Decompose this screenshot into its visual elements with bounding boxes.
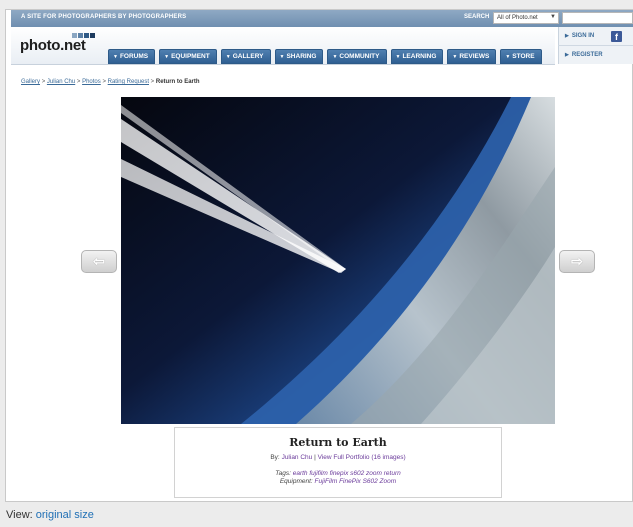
site-logo[interactable]: photo.net xyxy=(20,37,86,54)
facebook-icon[interactable]: f xyxy=(611,31,622,42)
triangle-down-icon: ▼ xyxy=(164,54,170,60)
byline-divider: | xyxy=(314,454,316,461)
breadcrumb-current: Return to Earth xyxy=(155,79,200,85)
register-link[interactable]: ▶ REGISTER xyxy=(565,52,603,58)
breadcrumb-item-rating-request[interactable]: Rating Request xyxy=(108,79,149,85)
nav-tab-label: GALLERY xyxy=(232,53,264,60)
nav-tab-label: EQUIPMENT xyxy=(171,53,210,60)
photo-caption: Return to Earth By: Julian Chu | View Fu… xyxy=(174,427,502,498)
photo-title: Return to Earth xyxy=(289,436,387,449)
triangle-down-icon: ▼ xyxy=(505,54,511,60)
site-tagline: A SITE FOR PHOTOGRAPHERS BY PHOTOGRAPHER… xyxy=(21,14,187,20)
sign-in-link[interactable]: ▶ SIGN IN xyxy=(565,33,594,39)
author-link[interactable]: Julian Chu xyxy=(282,454,313,461)
by-label: By: xyxy=(270,454,280,461)
photo-tags: Tags: earth fujifilm finepix s602 zoom r… xyxy=(175,470,501,486)
view-size-line: View: original size xyxy=(6,509,94,521)
triangle-down-icon: ▼ xyxy=(332,54,338,60)
nav-tab-store[interactable]: ▼ STORE xyxy=(500,49,542,64)
nav-tab-label: FORUMS xyxy=(119,53,149,60)
main-nav: ▼ FORUMS ▼ EQUIPMENT ▼ GALLERY ▼ SHARING ▼ CO… xyxy=(108,49,542,64)
breadcrumb-item-photos[interactable]: Photos xyxy=(82,79,101,85)
breadcrumb-separator: > xyxy=(76,79,81,85)
nav-tab-label: LEARNING xyxy=(402,53,437,60)
breadcrumb: Gallery > Julian Chu > Photos > Rating R… xyxy=(21,79,200,85)
breadcrumb-separator: > xyxy=(41,79,46,85)
nav-tab-label: COMMUNITY xyxy=(339,53,380,60)
nav-tab-label: SHARING xyxy=(286,53,317,60)
breadcrumb-item-gallery[interactable]: Gallery xyxy=(21,79,40,85)
register-label: REGISTER xyxy=(571,52,603,58)
main-photo[interactable] xyxy=(121,97,555,424)
triangle-down-icon: ▼ xyxy=(279,54,285,60)
triangle-down-icon: ▼ xyxy=(452,54,458,60)
logo-square xyxy=(90,33,95,38)
account-divider xyxy=(558,45,633,46)
triangle-down-icon: ▼ xyxy=(113,54,118,60)
portfolio-link[interactable]: View Full Portfolio (16 images) xyxy=(318,454,406,461)
prev-photo-button[interactable]: ⇦ xyxy=(81,250,117,273)
nav-tab-label: REVIEWS xyxy=(459,53,490,60)
view-label: View: xyxy=(6,509,33,521)
tags-label: Tags: xyxy=(275,470,291,477)
nav-tab-gallery[interactable]: ▼ GALLERY xyxy=(220,49,271,64)
search-scope-value: All of Photo.net xyxy=(497,15,538,21)
tags-link[interactable]: earth fujifilm finepix s602 zoom return xyxy=(293,470,401,477)
equipment-link[interactable]: FujiFilm FinePix S602 Zoom xyxy=(315,478,397,485)
breadcrumb-item-author[interactable]: Julian Chu xyxy=(47,79,75,85)
equipment-label: Equipment: xyxy=(279,478,313,485)
triangle-right-icon: ▶ xyxy=(565,33,569,39)
breadcrumb-separator: > xyxy=(150,79,155,85)
triangle-down-icon: ▼ xyxy=(225,54,231,60)
search-input[interactable] xyxy=(562,12,633,24)
left-arrow-icon: ⇦ xyxy=(93,253,105,269)
sign-in-label: SIGN IN xyxy=(571,33,595,39)
nav-tab-label: STORE xyxy=(512,53,535,60)
photo-image xyxy=(121,97,555,424)
next-photo-button[interactable]: ⇨ xyxy=(559,250,595,273)
nav-tab-reviews[interactable]: ▼ REVIEWS xyxy=(447,49,497,64)
breadcrumb-separator: > xyxy=(102,79,106,85)
nav-tab-learning[interactable]: ▼ LEARNING xyxy=(390,49,444,64)
triangle-right-icon: ▶ xyxy=(565,52,569,58)
nav-tab-community[interactable]: ▼ COMMUNITY xyxy=(327,49,387,64)
triangle-down-icon: ▼ xyxy=(395,54,401,60)
nav-tab-equipment[interactable]: ▼ EQUIPMENT xyxy=(159,49,217,64)
right-arrow-icon: ⇨ xyxy=(571,253,583,269)
search-label: SEARCH xyxy=(464,14,490,20)
original-size-link[interactable]: original size xyxy=(36,509,94,521)
top-bar: A SITE FOR PHOTOGRAPHERS BY PHOTOGRAPHER… xyxy=(11,10,633,27)
chevron-down-icon: ▼ xyxy=(550,14,556,20)
nav-tab-sharing[interactable]: ▼ SHARING xyxy=(274,49,324,64)
nav-tab-forums[interactable]: ▼ FORUMS xyxy=(108,49,156,64)
photo-byline: By: Julian Chu | View Full Portfolio (16… xyxy=(175,454,501,461)
search-scope-select[interactable]: All of Photo.net ▼ xyxy=(493,12,559,24)
